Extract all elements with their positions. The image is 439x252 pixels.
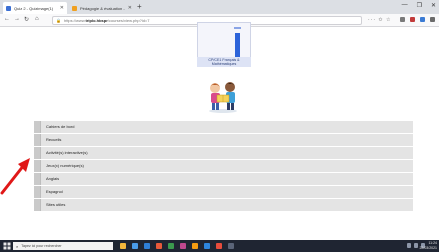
section-list: Cahiers de bord Recueils Activité(s) int… (34, 121, 413, 212)
taskbar-app-icon[interactable] (168, 243, 174, 249)
taskbar-app-icon[interactable] (204, 243, 210, 249)
list-item[interactable]: Recueils (34, 134, 413, 146)
lock-icon: 🔒 (56, 18, 61, 23)
volume-icon[interactable] (414, 243, 418, 248)
thumbnail-header-mark (234, 27, 241, 29)
tab-title: Quiz 2 - Quizimage(1) (14, 5, 54, 11)
list-item-marker (34, 173, 41, 185)
home-icon[interactable]: ⌂ (35, 16, 39, 22)
list-item[interactable]: Activité(s) interactive(s) (34, 147, 413, 159)
thumbnail-blue-bar (235, 33, 240, 57)
menu-icon[interactable] (430, 17, 435, 22)
taskbar-app-icon[interactable] (192, 243, 198, 249)
taskbar-app-icon[interactable] (228, 243, 234, 249)
taskbar-app-icon[interactable] (216, 243, 222, 249)
list-item-label: Anglais (46, 176, 60, 181)
tab-close-icon[interactable]: ✕ (60, 5, 64, 11)
list-item-label: Jeux(x) numérique(s) (46, 163, 84, 168)
tab-favicon-icon (72, 5, 77, 11)
list-item-label: Recueils (46, 137, 62, 142)
list-item-label: Activité(s) interactive(s) (46, 150, 88, 155)
library-icon[interactable] (400, 17, 405, 22)
list-item-marker (34, 147, 41, 159)
new-tab-button[interactable]: + (137, 2, 142, 12)
browser-tab-active[interactable]: Quiz 2 - Quizimage(1) ✕ (3, 2, 67, 14)
minimize-icon[interactable]: — (402, 2, 408, 9)
maximize-icon[interactable]: ❐ (417, 2, 422, 9)
tab-favicon-icon (6, 5, 11, 11)
toolbar-icons (400, 17, 435, 22)
thumbnail-caption[interactable]: CP/CE1 Français & Mathématiques (197, 57, 251, 67)
red-pointer-arrow-icon (0, 158, 30, 195)
list-item-marker (34, 199, 41, 211)
browser-tab[interactable]: Pédagogie & évaluation - Quiz ✕ (69, 2, 135, 14)
taskbar-app-icon[interactable] (180, 243, 186, 249)
taskbar-app-icon[interactable] (132, 243, 138, 249)
taskbar-app-icon[interactable] (144, 243, 150, 249)
search-icon: ⌕ (16, 243, 19, 249)
reload-icon[interactable]: ↻ (24, 16, 29, 23)
page-actions-icons[interactable]: ··· ✩ ☆ (368, 17, 391, 23)
list-item-marker (34, 134, 41, 146)
tab-close-icon[interactable]: ✕ (128, 5, 132, 11)
forward-arrow-icon[interactable]: → (14, 16, 20, 22)
list-item[interactable]: Anglais (34, 173, 413, 185)
back-arrow-icon[interactable]: ← (4, 16, 10, 22)
list-item-label: Espagnol (46, 189, 63, 194)
taskbar-app-icon[interactable] (156, 243, 162, 249)
windows-taskbar: ⌕ Tapez ici pour rechercher 11:24 22/03/… (0, 240, 439, 252)
windows-start-icon[interactable] (3, 242, 11, 250)
list-item-label: Cahiers de bord (46, 124, 75, 129)
list-item-marker (34, 186, 41, 198)
taskbar-search-box[interactable]: ⌕ Tapez ici pour rechercher (13, 242, 113, 250)
list-item[interactable]: Cahiers de bord (34, 121, 413, 133)
search-placeholder: Tapez ici pour rechercher (21, 244, 62, 248)
network-icon[interactable] (407, 243, 411, 248)
clock-date: 22/03/2021 (419, 245, 437, 250)
window-controls: — ❐ ✕ (402, 2, 436, 9)
url-text: https://www.triplo.hbspr/courses/view.ph… (63, 18, 150, 23)
extension-icon[interactable] (410, 17, 415, 22)
tab-title: Pédagogie & évaluation - Quiz (80, 5, 125, 11)
list-item[interactable]: Espagnol (34, 186, 413, 198)
children-reading-illustration (209, 82, 237, 113)
list-item-label: Sites utiles (46, 202, 66, 207)
list-item-marker (34, 160, 41, 172)
taskbar-app-icon[interactable] (120, 243, 126, 249)
extension-icon[interactable] (420, 17, 425, 22)
list-item[interactable]: Jeux(x) numérique(s) (34, 160, 413, 172)
close-window-icon[interactable]: ✕ (431, 2, 436, 9)
browser-tab-strip: Quiz 2 - Quizimage(1) ✕ Pédagogie & éval… (0, 0, 439, 14)
taskbar-clock[interactable]: 11:24 22/03/2021 (419, 241, 437, 250)
list-item-marker (34, 121, 41, 133)
list-item[interactable]: Sites utiles (34, 199, 413, 211)
